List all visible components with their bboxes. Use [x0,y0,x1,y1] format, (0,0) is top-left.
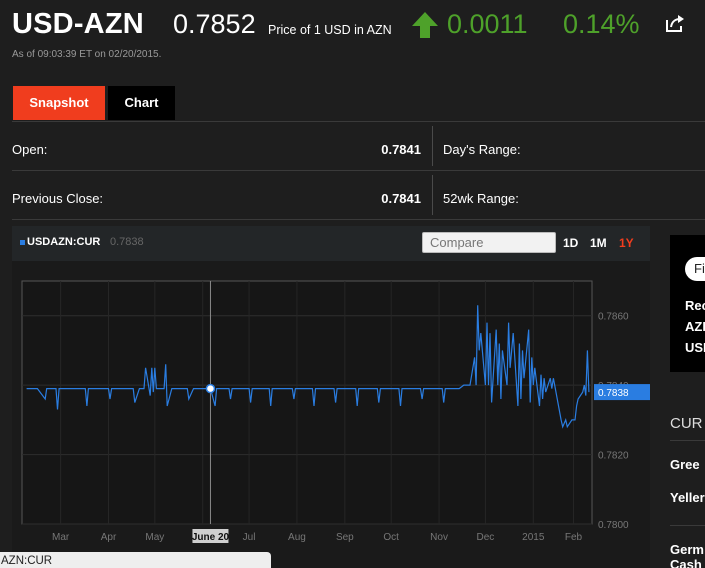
quote-stats: Open: 0.7841 Day's Range: Previous Close… [12,121,705,220]
x-tick-label: May [145,532,164,543]
y-tick-label: 0.7800 [598,520,629,531]
quote-header: USD-AZN 0.7852 Price of 1 USD in AZN 0.0… [0,0,705,70]
range-1d-button[interactable]: 1D [563,236,578,250]
plot-area [21,280,593,525]
days-range-label: Day's Range: [443,142,521,157]
promo-line: USI [685,340,705,355]
x-tick-label: Oct [383,532,399,543]
price-change-percent: 0.14% [563,9,640,39]
column-divider [432,175,433,215]
range-1y-button[interactable]: 1Y [619,236,634,250]
series-last-value: 0.7838 [110,236,144,248]
x-tick-label: Dec [477,532,495,543]
divider [670,525,705,526]
sidebar-section-label: CUR [670,415,703,432]
open-value: 0.7841 [381,142,421,157]
previous-close-value: 0.7841 [381,191,421,206]
price-description: Price of 1 USD in AZN [268,23,392,37]
x-tick-label: Apr [101,532,117,543]
chart-toolbar: USDAZN:CUR 0.7838 Compare 1D 1M 1Y [12,226,650,261]
range-1m-button[interactable]: 1M [590,236,607,250]
y-tick-label: 0.7820 [598,451,629,462]
x-tick-label: Feb [565,532,583,543]
x-tick-label: 2015 [522,532,545,543]
x-tick-label: Sep [336,532,354,543]
as-of-timestamp: As of 09:03:39 ET on 02/20/2015. [12,49,162,60]
x-tick-label: Nov [430,532,448,543]
tab-snapshot[interactable]: Snapshot [13,86,105,120]
line-chart[interactable]: 0.78600.78400.78200.7800MarAprMayJunJulA… [12,261,650,568]
promo-pill-button[interactable]: Fi [685,257,705,281]
x-tick-label: Mar [52,532,70,543]
browser-status-bar: AZN:CUR [0,552,271,568]
tab-chart[interactable]: Chart [108,86,175,120]
share-icon[interactable] [665,15,685,33]
stats-row-previous-close: Previous Close: 0.7841 52wk Range: [12,171,705,220]
ticker-symbol: USD-AZN [12,8,144,40]
price-chart-panel: USDAZN:CUR 0.7838 Compare 1D 1M 1Y 0.786… [12,226,650,568]
x-tick-label: Jul [243,532,256,543]
crosshair-date-label: June 20 [192,532,230,543]
promo-box: Fi Rec AZI USI [670,235,705,372]
promo-line: Rec [685,298,705,313]
promo-line: AZI [685,319,705,334]
last-price: 0.7852 [173,9,256,39]
compare-input[interactable]: Compare [422,232,556,253]
stats-row-open: Open: 0.7841 Day's Range: [12,122,705,171]
y-tick-label: 0.7860 [598,312,629,323]
crosshair-point [205,383,216,394]
series-color-swatch [20,240,25,245]
promo-text: Rec AZI USI [685,295,705,358]
news-item[interactable]: Germ [670,542,704,557]
series-symbol: USDAZN:CUR [27,236,101,248]
column-divider [432,126,433,166]
x-tick-label: Aug [288,532,306,543]
current-value-label: 0.7838 [598,388,629,399]
news-item[interactable]: Cash [670,557,702,568]
previous-close-label: Previous Close: [12,191,104,206]
price-change: 0.0011 [447,9,528,39]
open-label: Open: [12,142,48,157]
news-item[interactable]: Yeller [670,490,705,505]
52wk-range-label: 52wk Range: [443,191,519,206]
divider [670,440,705,441]
news-item[interactable]: Gree [670,457,700,472]
sidebar-news: CUR Gree Yeller Germ Cash [660,380,705,568]
up-arrow-icon [412,12,438,38]
